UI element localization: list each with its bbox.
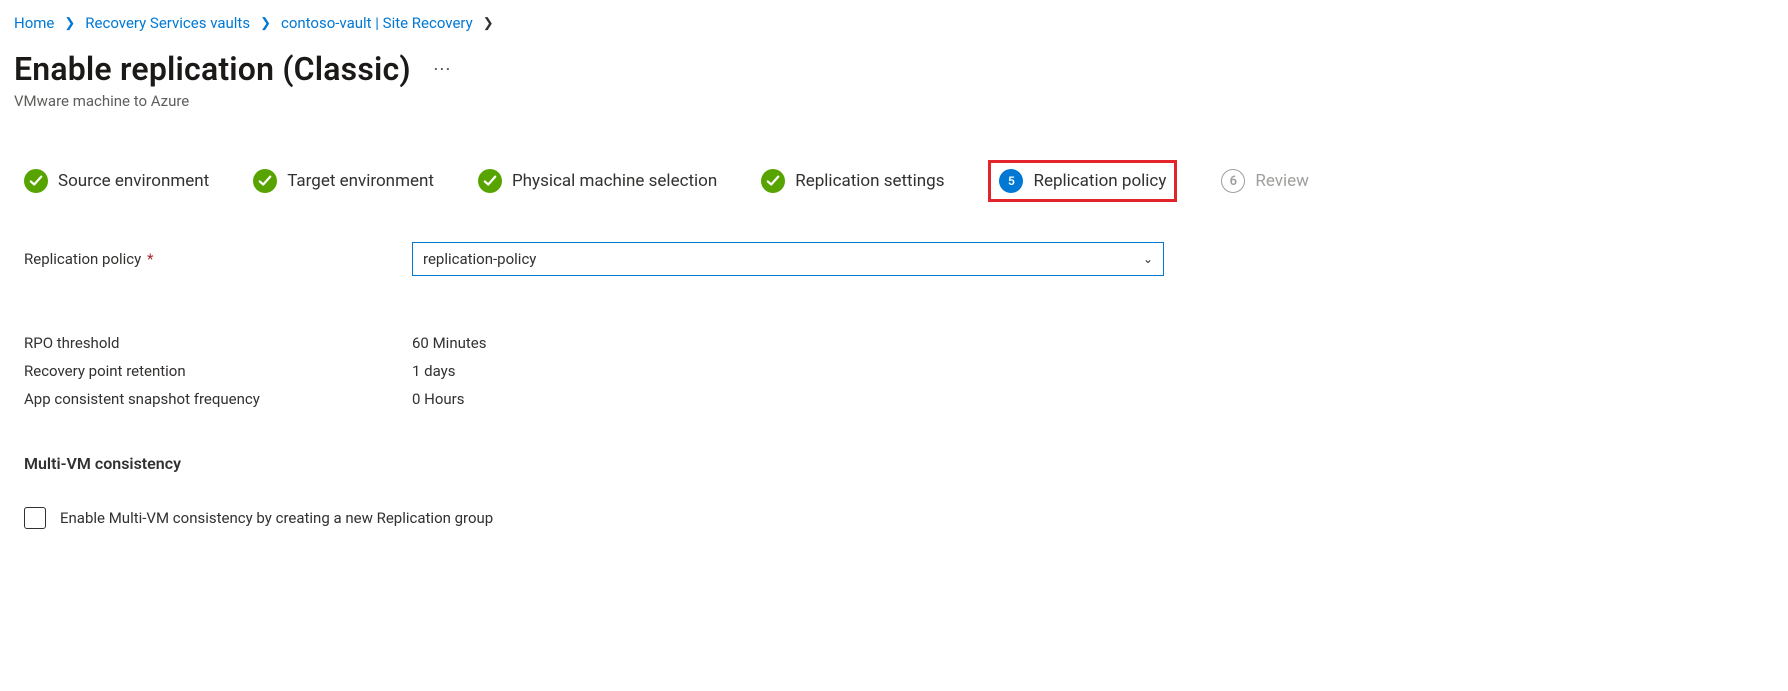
breadcrumb-vaults[interactable]: Recovery Services vaults bbox=[85, 14, 250, 32]
chevron-right-icon: ❯ bbox=[260, 16, 271, 31]
step-number-icon: 6 bbox=[1221, 169, 1245, 193]
select-value: replication-policy bbox=[423, 250, 1143, 268]
rpo-threshold-label: RPO threshold bbox=[24, 334, 412, 352]
retention-label: Recovery point retention bbox=[24, 362, 412, 380]
page-title: Enable replication (Classic) bbox=[14, 50, 411, 88]
multivm-checkbox-label: Enable Multi-VM consistency by creating … bbox=[60, 509, 493, 527]
rpo-threshold-value: 60 Minutes bbox=[412, 334, 486, 352]
step-replication-policy[interactable]: 5 Replication policy bbox=[988, 160, 1177, 202]
step-label: Replication policy bbox=[1033, 171, 1166, 191]
replication-policy-label: Replication policy * bbox=[24, 250, 412, 268]
chevron-down-icon: ⌄ bbox=[1143, 252, 1153, 266]
snapshot-frequency-label: App consistent snapshot frequency bbox=[24, 390, 412, 408]
replication-policy-select[interactable]: replication-policy ⌄ bbox=[412, 242, 1164, 276]
check-icon bbox=[761, 169, 785, 193]
step-replication-settings[interactable]: Replication settings bbox=[761, 169, 944, 193]
step-source-environment[interactable]: Source environment bbox=[24, 169, 209, 193]
step-review[interactable]: 6 Review bbox=[1221, 169, 1309, 193]
step-label: Review bbox=[1255, 171, 1309, 191]
check-icon bbox=[24, 169, 48, 193]
chevron-right-icon: ❯ bbox=[64, 16, 75, 31]
page-subtitle: VMware machine to Azure bbox=[14, 92, 1774, 110]
step-physical-machine-selection[interactable]: Physical machine selection bbox=[478, 169, 717, 193]
retention-value: 1 days bbox=[412, 362, 456, 380]
step-label: Source environment bbox=[58, 171, 209, 191]
more-actions-button[interactable]: ⋯ bbox=[433, 59, 453, 80]
check-icon bbox=[478, 169, 502, 193]
required-indicator: * bbox=[143, 250, 153, 268]
snapshot-frequency-value: 0 Hours bbox=[412, 390, 465, 408]
step-number-icon: 5 bbox=[999, 169, 1023, 193]
multivm-consistency-checkbox[interactable] bbox=[24, 507, 46, 529]
wizard-steps: Source environment Target environment Ph… bbox=[14, 160, 1774, 202]
step-label: Replication settings bbox=[795, 171, 944, 191]
step-target-environment[interactable]: Target environment bbox=[253, 169, 434, 193]
check-icon bbox=[253, 169, 277, 193]
step-label: Physical machine selection bbox=[512, 171, 717, 191]
step-label: Target environment bbox=[287, 171, 434, 191]
chevron-right-icon: ❯ bbox=[483, 16, 494, 31]
breadcrumb-vault-recovery[interactable]: contoso-vault | Site Recovery bbox=[281, 14, 473, 32]
breadcrumb-home[interactable]: Home bbox=[14, 14, 54, 32]
multivm-heading: Multi-VM consistency bbox=[24, 454, 1214, 473]
breadcrumb: Home ❯ Recovery Services vaults ❯ contos… bbox=[14, 14, 1774, 32]
